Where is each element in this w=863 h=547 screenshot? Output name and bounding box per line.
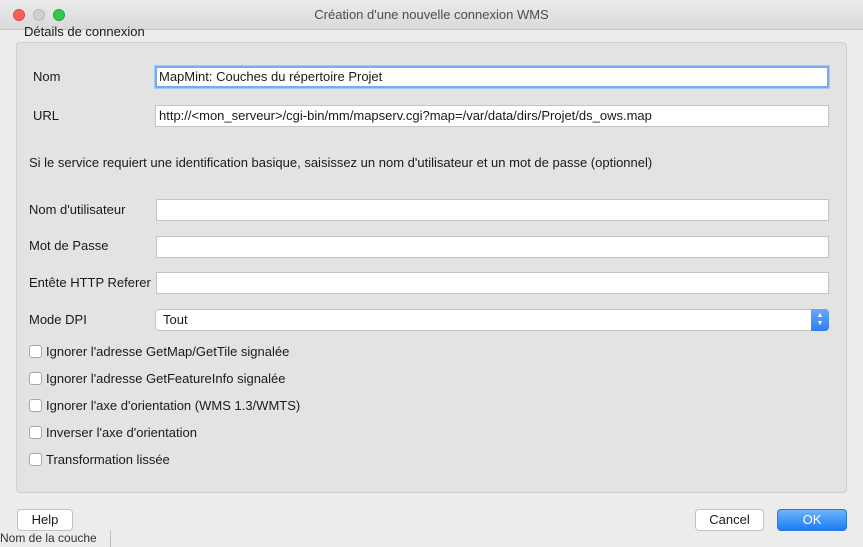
dpi-mode-value: Tout [163,312,188,327]
checkbox-label: Ignorer l'adresse GetMap/GetTile signalé… [46,344,290,359]
checkbox-box[interactable] [29,399,42,412]
referer-input[interactable] [156,272,829,294]
checkbox-box[interactable] [29,426,42,439]
url-label: URL [33,108,60,123]
updown-arrows-icon: ▲ ▼ [811,309,829,331]
name-input[interactable]: MapMint: Couches du répertoire Projet [155,66,829,88]
name-label: Nom [33,69,61,84]
checkbox-box[interactable] [29,345,42,358]
background-divider [110,530,111,547]
checkbox-box[interactable] [29,453,42,466]
password-input[interactable] [156,236,829,258]
ok-button[interactable]: OK [777,509,847,531]
checkbox-label: Ignorer l'adresse GetFeatureInfo signalé… [46,371,286,386]
checkbox-label: Inverser l'axe d'orientation [46,425,197,440]
username-input[interactable] [156,199,829,221]
dialog-window: Création d'une nouvelle connexion WMS Dé… [0,0,863,547]
window-title: Création d'une nouvelle connexion WMS [314,7,549,22]
auth-note: Si le service requiert une identificatio… [29,155,653,170]
group-title: Détails de connexion [24,24,145,39]
url-input[interactable]: http://<mon_serveur>/cgi-bin/mm/mapserv.… [155,105,829,127]
checkbox-label: Ignorer l'axe d'orientation (WMS 1.3/WMT… [46,398,301,413]
checkbox-label: Transformation lissée [46,452,170,467]
cancel-button[interactable]: Cancel [695,509,764,531]
background-window-text: Nom de la couche [0,531,97,545]
help-button[interactable]: Help [17,509,73,531]
username-label: Nom d'utilisateur [29,202,126,217]
dpi-mode-label: Mode DPI [29,312,87,327]
checkbox-box[interactable] [29,372,42,385]
referer-label: Entête HTTP Referer [29,275,151,290]
dpi-mode-select[interactable]: Tout ▲ ▼ [155,309,829,331]
password-label: Mot de Passe [29,238,109,253]
